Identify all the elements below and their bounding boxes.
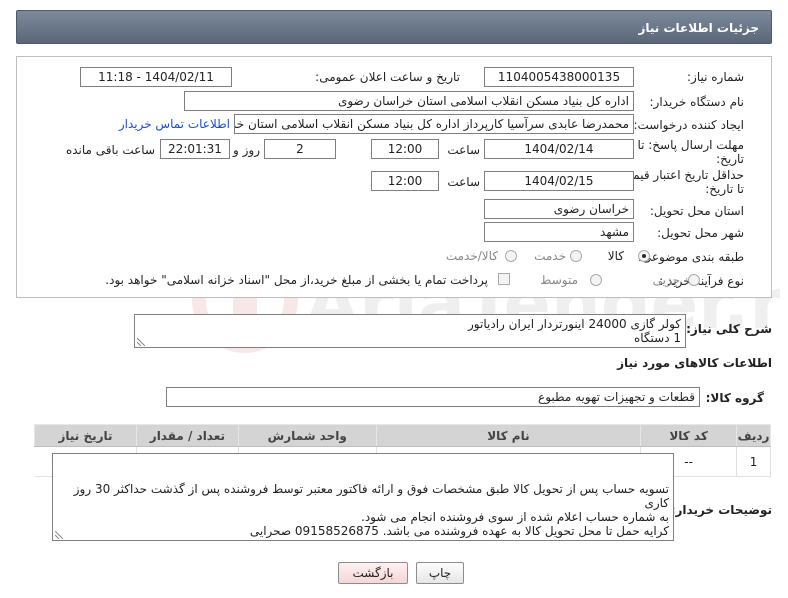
col-qty: تعداد / مقدار: [135, 424, 239, 447]
remaining-time-label: ساعت باقی مانده: [65, 143, 155, 157]
process-medium-label: متوسط: [540, 273, 578, 287]
price-validity-time-label: ساعت: [447, 175, 480, 189]
description-line-2: 1 دستگاه: [633, 331, 681, 345]
col-unit: واحد شمارش: [237, 424, 377, 447]
category-goods-service-label: کالا/خدمت: [445, 249, 498, 263]
buyer-org-label: نام دستگاه خریدار:: [649, 95, 745, 109]
category-service-radio[interactable]: [570, 250, 582, 262]
delivery-city-label: شهر محل تحویل:: [657, 226, 744, 240]
buyer-contact-link[interactable]: اطلاعات تماس خریدار: [119, 117, 230, 131]
reply-deadline-label-1: مهلت ارسال پاسخ: تا: [637, 138, 744, 152]
price-validity-time-field[interactable]: 12:00: [371, 171, 439, 191]
process-medium-radio[interactable]: [590, 274, 602, 286]
category-goods-label: کالا: [607, 249, 624, 263]
col-name: نام کالا: [375, 424, 642, 447]
need-number-label: شماره نیاز:: [687, 70, 744, 84]
page-title: جزئیات اطلاعات نیاز: [638, 21, 759, 35]
price-validity-label-1: حداقل تاریخ اعتبار قیمت:: [617, 168, 744, 182]
buyer-org-field[interactable]: اداره کل بنیاد مسکن انقلاب اسلامی استان …: [184, 91, 634, 111]
description-label: شرح کلی نیاز:: [686, 322, 772, 336]
category-label: طبقه بندی موضوعی:: [637, 250, 744, 264]
reply-time-label: ساعت: [447, 143, 480, 157]
page-header: جزئیات اطلاعات نیاز: [16, 10, 772, 44]
announce-datetime-label: تاریخ و ساعت اعلان عمومی:: [315, 70, 460, 84]
cell-row: 1: [736, 446, 771, 477]
delivery-province-field[interactable]: خراسان رضوی: [484, 199, 634, 219]
category-goods-radio[interactable]: [638, 250, 650, 262]
requester-field[interactable]: محمدرضا عابدی سرآسیا کارپرداز اداره کل ب…: [234, 114, 634, 134]
remaining-time-field[interactable]: 22:01:31: [160, 139, 230, 159]
reply-days-field[interactable]: 2: [264, 139, 336, 159]
treasury-payment-note: پرداخت تمام یا بخشی از مبلغ خرید،از محل …: [105, 273, 488, 287]
buyer-notes-line-2: به شماره حساب اعلام شده از سوی فروشنده ا…: [361, 510, 669, 524]
print-button[interactable]: چاپ: [416, 562, 464, 584]
price-validity-label-2: تا تاریخ:: [705, 182, 744, 196]
announce-datetime-field[interactable]: 1404/02/11 - 11:18: [80, 67, 232, 87]
goods-group-field[interactable]: قطعات و تجهیزات تهویه مطبوع: [166, 387, 700, 407]
reply-time-field[interactable]: 12:00: [371, 139, 439, 159]
buyer-notes-textarea[interactable]: تسویه حساب پس از تحویل کالا طبق مشخصات ف…: [52, 453, 674, 541]
goods-section-title: اطلاعات کالاهای مورد نیاز: [617, 356, 772, 370]
need-number-field[interactable]: 1104005438000135: [484, 67, 634, 87]
price-validity-date-field[interactable]: 1404/02/15: [484, 171, 634, 191]
col-code: کد کالا: [640, 424, 738, 447]
delivery-province-label: استان محل تحویل:: [649, 204, 744, 218]
col-row: ردیف: [736, 424, 771, 447]
resize-grip-icon[interactable]: [137, 338, 145, 346]
reply-days-label: روز و: [233, 143, 260, 157]
buyer-notes-line-1: تسویه حساب پس از تحویل کالا طبق مشخصات ف…: [73, 482, 669, 510]
description-line-1: کولر گازی 24000 اینورتردار ایران رادیاتو…: [468, 317, 681, 331]
reply-deadline-label-2: تاریخ:: [716, 152, 744, 166]
reply-date-field[interactable]: 1404/02/14: [484, 139, 634, 159]
category-goods-service-radio[interactable]: [505, 250, 517, 262]
resize-grip-icon[interactable]: [55, 531, 63, 539]
category-service-label: خدمت: [534, 249, 566, 263]
process-minor-label: جزیی: [652, 273, 680, 287]
delivery-city-field[interactable]: مشهد: [484, 222, 634, 242]
treasury-payment-checkbox[interactable]: [498, 273, 510, 285]
description-textarea[interactable]: کولر گازی 24000 اینورتردار ایران رادیاتو…: [134, 314, 686, 348]
requester-label: ایجاد کننده درخواست:: [633, 118, 744, 132]
goods-group-label: گروه کالا:: [705, 391, 764, 405]
process-minor-radio[interactable]: [688, 274, 700, 286]
buyer-notes-label: توضیحات خریدار:: [670, 503, 772, 517]
back-button[interactable]: بازگشت: [338, 562, 408, 584]
col-date: تاریخ نیاز: [34, 424, 137, 447]
buyer-notes-line-3: کرایه حمل تا محل تحویل کالا به عهده فروش…: [249, 524, 669, 538]
